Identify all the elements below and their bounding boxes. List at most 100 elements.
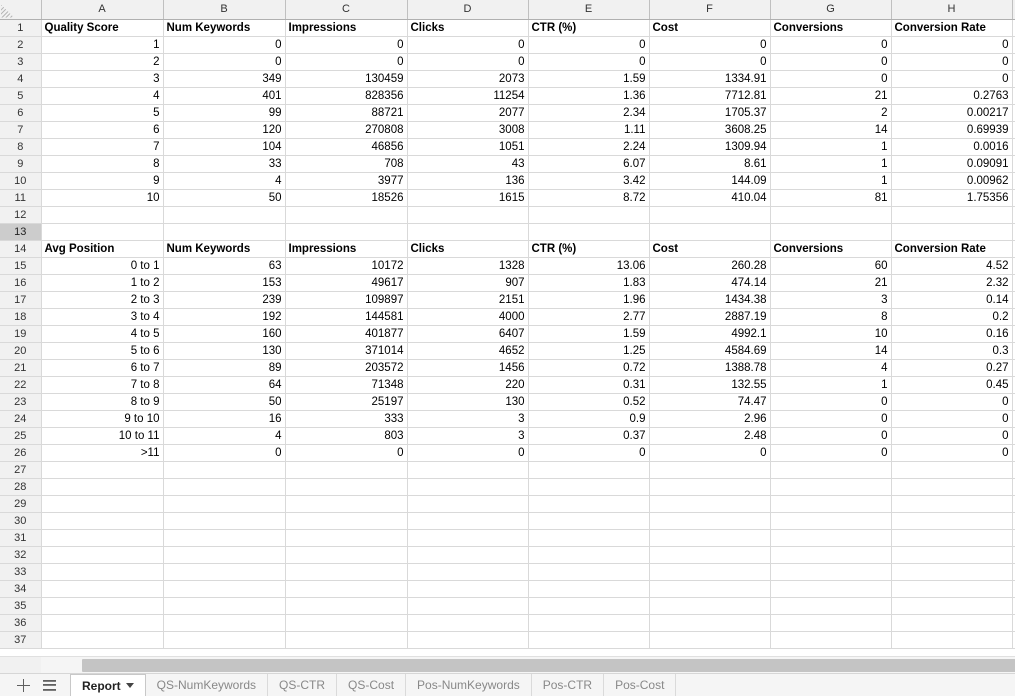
cell-G25[interactable]: 0 xyxy=(770,427,892,445)
add-sheet-button[interactable] xyxy=(10,674,36,696)
cell-H16[interactable]: 2.32 xyxy=(891,274,1013,292)
cell-A25[interactable]: 10 to 11 xyxy=(41,427,164,445)
cell-C28[interactable] xyxy=(285,478,408,496)
row-header-3[interactable]: 3 xyxy=(0,53,42,71)
cell-G19[interactable]: 10 xyxy=(770,325,892,343)
cell-D2[interactable]: 0 xyxy=(407,36,529,54)
cell-G17[interactable]: 3 xyxy=(770,291,892,309)
cell-C26[interactable]: 0 xyxy=(285,444,408,462)
cell-E3[interactable]: 0 xyxy=(528,53,650,71)
cell-H29[interactable] xyxy=(891,495,1013,513)
cell-F15[interactable]: 260.28 xyxy=(649,257,771,275)
cell-D35[interactable] xyxy=(407,597,529,615)
cell-F34[interactable] xyxy=(649,580,771,598)
cell-F12[interactable] xyxy=(649,206,771,224)
sheet-tab-report[interactable]: Report xyxy=(70,674,146,696)
cell-E6[interactable]: 2.34 xyxy=(528,104,650,122)
cell-H20[interactable]: 0.3 xyxy=(891,342,1013,360)
cell-B20[interactable]: 130 xyxy=(163,342,286,360)
cell-E8[interactable]: 2.24 xyxy=(528,138,650,156)
cell-C15[interactable]: 10172 xyxy=(285,257,408,275)
cell-G6[interactable]: 2 xyxy=(770,104,892,122)
cell-C23[interactable]: 25197 xyxy=(285,393,408,411)
cell-G33[interactable] xyxy=(770,563,892,581)
cell-G30[interactable] xyxy=(770,512,892,530)
cell-B3[interactable]: 0 xyxy=(163,53,286,71)
cell-F24[interactable]: 2.96 xyxy=(649,410,771,428)
cell-A27[interactable] xyxy=(41,461,164,479)
cell-E30[interactable] xyxy=(528,512,650,530)
cell-H19[interactable]: 0.16 xyxy=(891,325,1013,343)
cell-B8[interactable]: 104 xyxy=(163,138,286,156)
all-sheets-button[interactable] xyxy=(36,674,62,696)
cell-D23[interactable]: 130 xyxy=(407,393,529,411)
cell-C18[interactable]: 144581 xyxy=(285,308,408,326)
cell-B27[interactable] xyxy=(163,461,286,479)
cell-A16[interactable]: 1 to 2 xyxy=(41,274,164,292)
cell-D17[interactable]: 2151 xyxy=(407,291,529,309)
cell-C30[interactable] xyxy=(285,512,408,530)
cell-D37[interactable] xyxy=(407,631,529,649)
cell-F33[interactable] xyxy=(649,563,771,581)
column-header-g[interactable]: G xyxy=(770,0,892,20)
cell-F4[interactable]: 1334.91 xyxy=(649,70,771,88)
cell-A6[interactable]: 5 xyxy=(41,104,164,122)
cell-G13[interactable] xyxy=(770,223,892,241)
cell-E2[interactable]: 0 xyxy=(528,36,650,54)
column-header-e[interactable]: E xyxy=(528,0,650,20)
cell-B1[interactable]: Num Keywords xyxy=(163,19,286,37)
row-header-11[interactable]: 11 xyxy=(0,189,42,207)
cell-G9[interactable]: 1 xyxy=(770,155,892,173)
cell-F5[interactable]: 7712.81 xyxy=(649,87,771,105)
column-header-f[interactable]: F xyxy=(649,0,771,20)
cell-C4[interactable]: 130459 xyxy=(285,70,408,88)
cell-C5[interactable]: 828356 xyxy=(285,87,408,105)
cell-A14[interactable]: Avg Position xyxy=(41,240,164,258)
cell-D34[interactable] xyxy=(407,580,529,598)
cell-G28[interactable] xyxy=(770,478,892,496)
cell-G2[interactable]: 0 xyxy=(770,36,892,54)
cell-D29[interactable] xyxy=(407,495,529,513)
cell-H26[interactable]: 0 xyxy=(891,444,1013,462)
cell-E12[interactable] xyxy=(528,206,650,224)
cell-F30[interactable] xyxy=(649,512,771,530)
cell-G12[interactable] xyxy=(770,206,892,224)
row-header-37[interactable]: 37 xyxy=(0,631,42,649)
cell-B33[interactable] xyxy=(163,563,286,581)
cell-C31[interactable] xyxy=(285,529,408,547)
cell-B18[interactable]: 192 xyxy=(163,308,286,326)
cell-F35[interactable] xyxy=(649,597,771,615)
cell-H35[interactable] xyxy=(891,597,1013,615)
cell-F17[interactable]: 1434.38 xyxy=(649,291,771,309)
cell-E9[interactable]: 6.07 xyxy=(528,155,650,173)
cell-B35[interactable] xyxy=(163,597,286,615)
cell-A21[interactable]: 6 to 7 xyxy=(41,359,164,377)
cell-E1[interactable]: CTR (%) xyxy=(528,19,650,37)
row-header-24[interactable]: 24 xyxy=(0,410,42,428)
cell-D13[interactable] xyxy=(407,223,529,241)
row-header-32[interactable]: 32 xyxy=(0,546,42,564)
select-all-corner[interactable] xyxy=(0,0,42,20)
cell-H23[interactable]: 0 xyxy=(891,393,1013,411)
cell-H15[interactable]: 4.52 xyxy=(891,257,1013,275)
cell-B32[interactable] xyxy=(163,546,286,564)
row-header-23[interactable]: 23 xyxy=(0,393,42,411)
cell-H17[interactable]: 0.14 xyxy=(891,291,1013,309)
cell-B21[interactable]: 89 xyxy=(163,359,286,377)
cell-F6[interactable]: 1705.37 xyxy=(649,104,771,122)
cell-B7[interactable]: 120 xyxy=(163,121,286,139)
spreadsheet-grid-container[interactable]: ABCDEFGH 1 Quality Score Num Keywords Impre… xyxy=(0,0,1015,656)
cell-F11[interactable]: 410.04 xyxy=(649,189,771,207)
cell-F37[interactable] xyxy=(649,631,771,649)
cell-A26[interactable]: >11 xyxy=(41,444,164,462)
scrollbar-track[interactable] xyxy=(41,657,1015,674)
cell-B4[interactable]: 349 xyxy=(163,70,286,88)
row-header-29[interactable]: 29 xyxy=(0,495,42,513)
spreadsheet-grid[interactable]: ABCDEFGH 1 Quality Score Num Keywords Impre… xyxy=(0,0,1015,649)
cell-C16[interactable]: 49617 xyxy=(285,274,408,292)
cell-E17[interactable]: 1.96 xyxy=(528,291,650,309)
cell-H2[interactable]: 0 xyxy=(891,36,1013,54)
cell-E20[interactable]: 1.25 xyxy=(528,342,650,360)
cell-C2[interactable]: 0 xyxy=(285,36,408,54)
cell-G4[interactable]: 0 xyxy=(770,70,892,88)
